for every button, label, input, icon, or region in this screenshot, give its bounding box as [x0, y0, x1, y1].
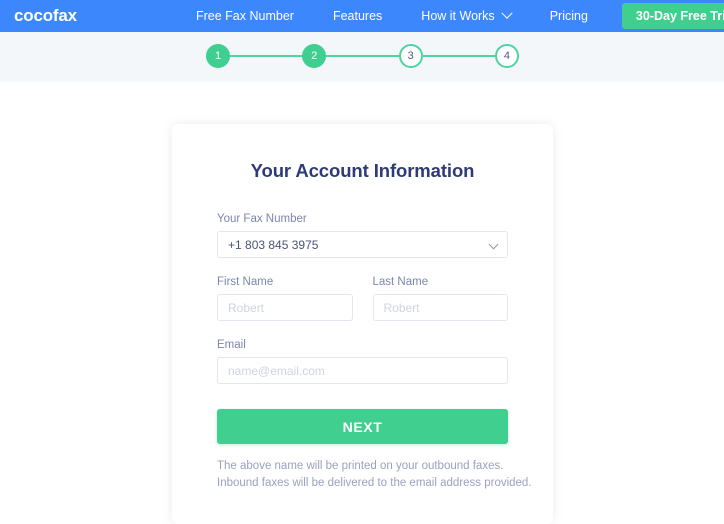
step-indicator-4[interactable]: 4 [494, 44, 519, 68]
email-group: Email [217, 339, 508, 384]
nav-item-label: Features [332, 9, 383, 23]
helper-line-1: The above name will be printed on your o… [217, 460, 504, 472]
step-list: 1 2 3 4 [206, 43, 519, 69]
nav-links: Free Fax Number Features How it Works Pr… [196, 0, 724, 32]
next-button[interactable]: NEXT [217, 409, 508, 444]
first-name-input[interactable] [217, 294, 353, 321]
step-indicator-1[interactable]: 1 [206, 44, 230, 68]
step-indicator-2[interactable]: 2 [302, 44, 327, 68]
brand-logo[interactable]: cocofax [14, 6, 77, 26]
nav-item-pricing[interactable]: Pricing [550, 9, 588, 23]
nav-item-label: Free Fax Number [196, 9, 294, 23]
step-number: 2 [311, 50, 318, 62]
nav-item-features[interactable]: Features [333, 9, 382, 23]
name-row: First Name Last Name [217, 276, 508, 321]
helper-line-2: Inbound faxes will be delivered to the e… [217, 477, 532, 489]
fax-number-select-wrapper [217, 231, 508, 258]
step-connector-line [218, 55, 507, 57]
page-content: Your Account Information Your Fax Number… [0, 82, 724, 524]
account-information-card: Your Account Information Your Fax Number… [172, 124, 553, 524]
last-name-input[interactable] [372, 294, 508, 321]
nav-item-label: How it Works [421, 9, 495, 23]
email-label: Email [217, 339, 246, 351]
page-title: Your Account Information [250, 160, 475, 181]
step-number: 3 [407, 50, 414, 62]
step-indicator-3[interactable]: 3 [398, 44, 423, 68]
fax-number-label: Your Fax Number [217, 213, 307, 225]
last-name-group: Last Name [372, 276, 508, 321]
step-progress-bar: 1 2 3 4 [0, 32, 724, 82]
email-input[interactable] [217, 357, 508, 384]
first-name-group: First Name [217, 276, 353, 321]
nav-item-free-fax-number[interactable]: Free Fax Number [196, 9, 294, 23]
last-name-label: Last Name [372, 276, 429, 288]
first-name-label: First Name [217, 276, 274, 288]
step-number: 4 [503, 50, 511, 62]
account-form: Your Fax Number First Name Last Name Ema… [172, 213, 553, 492]
fax-number-select[interactable] [217, 231, 508, 258]
chevron-down-icon [501, 7, 513, 19]
nav-item-how-it-works[interactable]: How it Works [421, 7, 513, 23]
step-number: 1 [214, 50, 222, 62]
top-navigation-bar: cocofax Free Fax Number Features How it … [0, 0, 724, 32]
free-trial-button[interactable]: 30-Day Free Trial [621, 3, 724, 29]
form-helper-text: The above name will be printed on your o… [217, 458, 532, 492]
nav-item-label: Pricing [549, 9, 588, 23]
